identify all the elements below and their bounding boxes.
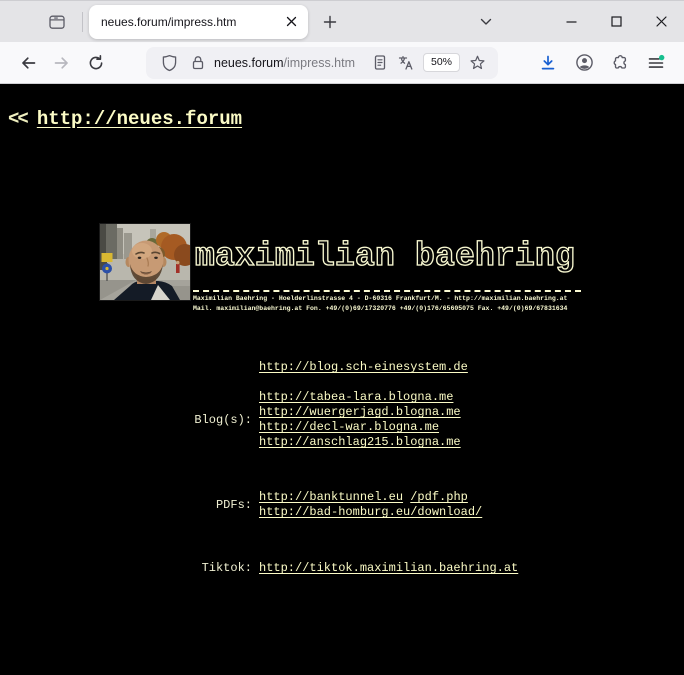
maximize-button[interactable] [594, 1, 639, 43]
forward-button[interactable] [46, 47, 78, 79]
account-button[interactable] [567, 47, 601, 79]
section-label: Blog(s): [0, 413, 252, 428]
page-link[interactable]: http://decl-war.blogna.me [259, 420, 439, 434]
url-bar[interactable]: neues.forum/impress.htm 50% [146, 47, 498, 79]
link-section: http://blog.sch-einesystem.de [0, 360, 684, 375]
tracking-protection-button[interactable] [156, 50, 182, 76]
reader-mode-icon [372, 54, 388, 71]
section-links: http://tiktok.maximilian.baehring.at [259, 561, 518, 576]
page-link[interactable]: http://tiktok.maximilian.baehring.at [259, 561, 518, 575]
contact-line-2: Mail. maximilian@baehring.at Fon. +49/(0… [193, 305, 581, 314]
link-row: http://tabea-lara.blogna.me [259, 390, 461, 405]
page-link[interactable]: http://anschlag215.blogna.me [259, 435, 461, 449]
section-links: http://blog.sch-einesystem.de [259, 360, 468, 375]
banner-right: maximilian baehring Maximilian Baehring … [193, 224, 581, 313]
bookmark-button[interactable] [464, 50, 490, 76]
section-links: http://banktunnel.eu /pdf.phphttp://bad-… [259, 490, 482, 520]
link-row: http://anschlag215.blogna.me [259, 435, 461, 450]
navigation-toolbar: neues.forum/impress.htm 50% [0, 42, 684, 84]
ascii-art-title: maximilian baehring [193, 224, 581, 288]
forward-icon [53, 54, 71, 72]
page-link[interactable]: http://bad-homburg.eu/download/ [259, 505, 482, 519]
tab-separator [82, 12, 83, 32]
firefox-view-button[interactable] [42, 7, 72, 37]
maximize-icon [610, 15, 623, 28]
link-sections: http://blog.sch-einesystem.de Blog(s): htt… [0, 360, 684, 576]
extensions-icon [611, 54, 629, 72]
minimize-icon [565, 15, 578, 28]
browser-window: neues.forum/impress.htm [0, 0, 684, 675]
link-row: http://wuergerjagd.blogna.me [259, 405, 461, 420]
shield-icon [161, 54, 178, 72]
back-chevrons: << [8, 108, 27, 130]
page-link[interactable]: http://banktunnel.eu [259, 490, 403, 504]
section-links: http://tabea-lara.blogna.mehttp://wuerge… [259, 390, 461, 450]
url-path: /impress.htm [283, 56, 355, 70]
account-icon [575, 53, 594, 72]
download-icon [539, 54, 557, 72]
back-icon [19, 54, 37, 72]
menu-icon [647, 54, 665, 72]
menu-button[interactable] [639, 47, 673, 79]
url-domain: neues.forum [214, 56, 283, 70]
portrait-photo [100, 224, 190, 300]
new-tab-icon [323, 15, 337, 29]
tab-list-chevron-icon [479, 15, 493, 29]
window-controls [549, 1, 684, 43]
tab-close-button[interactable] [280, 11, 302, 33]
active-tab[interactable]: neues.forum/impress.htm [89, 5, 308, 39]
reload-button[interactable] [80, 47, 112, 79]
home-link[interactable]: http://neues.forum [37, 108, 242, 130]
list-all-tabs-button[interactable] [470, 6, 502, 38]
lock-icon [190, 54, 206, 71]
contact-line-1: Maximilian Baehring - Hoelderlinstrasse … [193, 295, 581, 304]
link-section: PDFs: http://banktunnel.eu /pdf.phphttp:/… [0, 490, 684, 520]
close-window-button[interactable] [639, 1, 684, 43]
toolbar-right-icons [529, 47, 673, 79]
page-link[interactable]: http://tabea-lara.blogna.me [259, 390, 453, 404]
translate-icon [397, 54, 414, 71]
dashed-separator [193, 290, 581, 292]
link-row: http://bad-homburg.eu/download/ [259, 505, 482, 520]
tab-bar: neues.forum/impress.htm [0, 0, 684, 42]
minimize-button[interactable] [549, 1, 594, 43]
link-row: http://banktunnel.eu /pdf.php [259, 490, 482, 505]
menu-notification-badge [659, 54, 664, 59]
page-link[interactable]: http://wuergerjagd.blogna.me [259, 405, 461, 419]
page-link[interactable]: /pdf.php [410, 490, 468, 504]
tab-close-icon [286, 16, 297, 27]
page-link[interactable]: http://blog.sch-einesystem.de [259, 360, 468, 374]
page-content: << http://neues.forum [0, 84, 684, 674]
bookmark-star-icon [469, 54, 486, 71]
firefox-view-icon [48, 13, 66, 31]
new-tab-button[interactable] [315, 7, 345, 37]
reload-icon [87, 54, 105, 72]
tab-title: neues.forum/impress.htm [101, 15, 280, 29]
downloads-button[interactable] [531, 47, 565, 79]
link-section: Tiktok: http://tiktok.maximilian.baehring… [0, 561, 684, 576]
translate-button[interactable] [393, 50, 419, 76]
link-row: http://decl-war.blogna.me [259, 420, 461, 435]
extensions-button[interactable] [603, 47, 637, 79]
site-security-button[interactable] [190, 54, 206, 71]
banner: maximilian baehring Maximilian Baehring … [100, 224, 684, 313]
back-button[interactable] [12, 47, 44, 79]
zoom-level-button[interactable]: 50% [423, 53, 460, 72]
reader-mode-button[interactable] [367, 50, 393, 76]
link-section: Blog(s):http://tabea-lara.blogna.mehttp:… [0, 390, 684, 450]
close-icon [655, 15, 668, 28]
link-row: http://tiktok.maximilian.baehring.at [259, 561, 518, 576]
url-text[interactable]: neues.forum/impress.htm [214, 56, 367, 70]
link-row: http://blog.sch-einesystem.de [259, 360, 468, 375]
back-home-row: << http://neues.forum [8, 108, 684, 130]
section-label: PDFs: [0, 498, 252, 513]
section-label: Tiktok: [0, 561, 252, 576]
